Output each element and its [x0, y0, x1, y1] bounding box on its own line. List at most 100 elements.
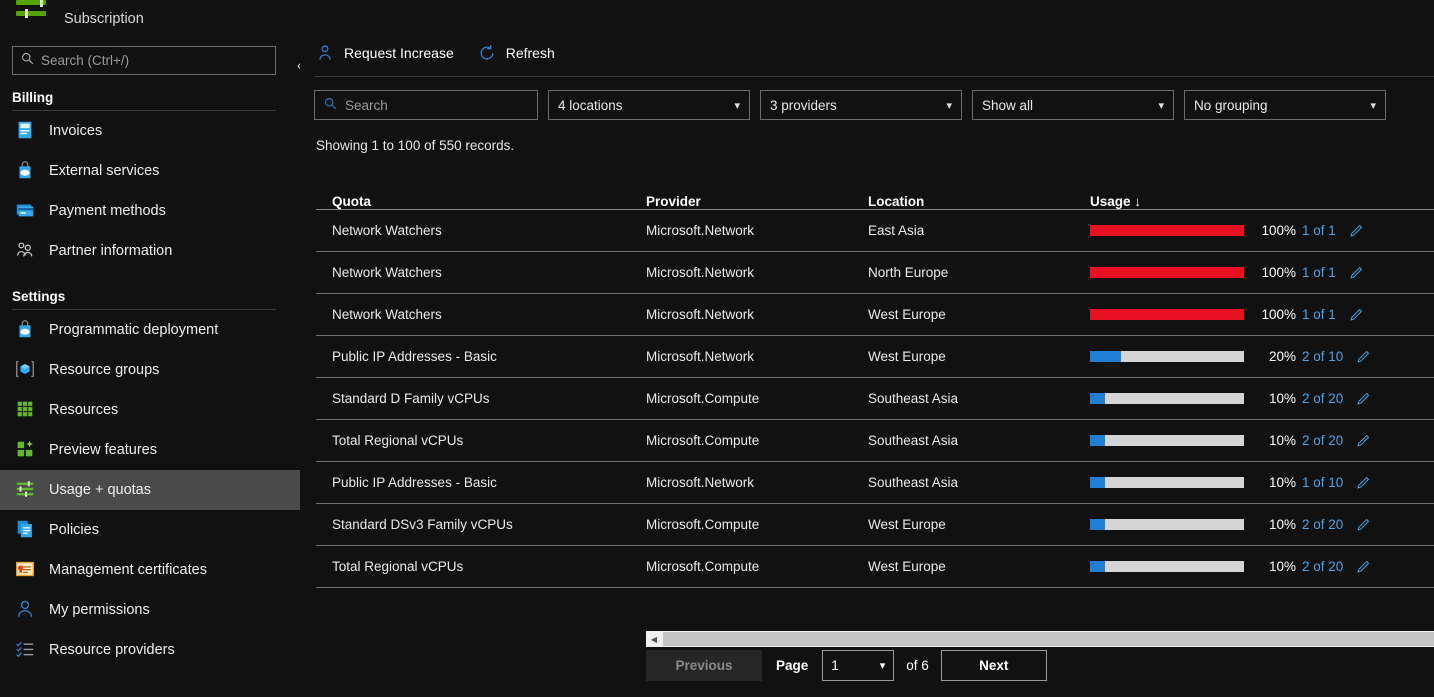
sidebar-item-external-services[interactable]: External services — [0, 151, 300, 191]
cell-quota: Public IP Addresses - Basic — [332, 475, 497, 490]
column-header-location[interactable]: Location — [868, 194, 1090, 209]
usage-bar-fill — [1090, 267, 1244, 278]
request-increase-button[interactable]: Request Increase — [314, 42, 454, 64]
usage-fraction[interactable]: 1 of 10 — [1302, 475, 1343, 490]
table-row[interactable]: Public IP Addresses - Basic Microsoft.Net… — [316, 462, 1434, 503]
sidebar-item-management-certificates[interactable]: Management certificates — [0, 550, 300, 590]
table-row[interactable]: Standard D Family vCPUs Microsoft.Compute… — [316, 378, 1434, 419]
providers-filter[interactable]: 3 providers ▾ — [760, 90, 962, 120]
table-row[interactable]: Network Watchers Microsoft.Network West Eu… — [316, 294, 1434, 335]
table-row[interactable]: Total Regional vCPUs Microsoft.Compute Wes… — [316, 546, 1434, 587]
sidebar-item-policies[interactable]: Policies — [0, 510, 300, 550]
table-horizontal-scrollbar[interactable]: ◀ ▶ — [646, 631, 1434, 647]
sidebar-group-billing-title: Billing — [12, 90, 54, 105]
chevron-down-icon: ▾ — [879, 660, 886, 672]
usage-percent: 10% — [1268, 517, 1296, 532]
usage-fraction[interactable]: 2 of 20 — [1302, 517, 1343, 532]
edit-quota-icon[interactable] — [1348, 307, 1364, 323]
edit-quota-icon[interactable] — [1348, 223, 1364, 239]
scrollbar-thumb[interactable] — [663, 632, 1434, 646]
sidebar-item-resource-groups[interactable]: Resource groups — [0, 350, 300, 390]
cell-provider: Microsoft.Network — [646, 223, 755, 238]
partner-information-icon — [14, 239, 38, 263]
edit-quota-icon[interactable] — [1355, 349, 1371, 365]
sidebar-item-resources[interactable]: Resources — [0, 390, 300, 430]
table-row[interactable]: Network Watchers Microsoft.Network East As… — [316, 210, 1434, 251]
sidebar-item-my-permissions[interactable]: My permissions — [0, 590, 300, 630]
sidebar-item-label: Invoices — [49, 123, 103, 139]
edit-quota-icon[interactable] — [1355, 391, 1371, 407]
usage-percent: 10% — [1268, 559, 1296, 574]
cell-provider: Microsoft.Compute — [646, 559, 760, 574]
usage-fraction[interactable]: 2 of 20 — [1302, 391, 1343, 406]
previous-page-button[interactable]: Previous — [646, 650, 762, 681]
show-filter[interactable]: Show all ▾ — [972, 90, 1174, 120]
usage-percent: 10% — [1268, 475, 1296, 490]
edit-quota-icon[interactable] — [1348, 265, 1364, 281]
chevron-down-icon: ▾ — [734, 99, 740, 112]
request-increase-label: Request Increase — [344, 45, 454, 61]
resource-providers-icon — [14, 638, 38, 662]
refresh-label: Refresh — [505, 45, 555, 61]
cell-usage: 100% 1 of 1 — [1090, 223, 1434, 239]
usage-fraction[interactable]: 2 of 20 — [1302, 433, 1343, 448]
table-row[interactable]: Public IP Addresses - Basic Microsoft.Net… — [316, 336, 1434, 377]
cell-usage: 10% 2 of 20 — [1090, 433, 1434, 449]
sidebar-item-label: Management certificates — [49, 562, 207, 578]
quota-search-input[interactable] — [345, 97, 528, 113]
sidebar-item-label: Programmatic deployment — [49, 322, 219, 338]
collapse-sidebar-icon[interactable]: « — [291, 56, 300, 74]
sidebar-search-box[interactable] — [12, 46, 276, 75]
sidebar-item-resource-providers[interactable]: Resource providers — [0, 630, 300, 670]
invoice-icon — [14, 119, 38, 143]
cell-provider: Microsoft.Network — [646, 475, 755, 490]
scroll-left-icon[interactable]: ◀ — [646, 631, 662, 647]
payment-methods-icon — [14, 199, 38, 223]
cell-location: Southeast Asia — [868, 475, 959, 490]
page-number-select[interactable]: 1 ▾ — [822, 650, 895, 681]
edit-quota-icon[interactable] — [1355, 559, 1371, 575]
table-row[interactable]: Total Regional vCPUs Microsoft.Compute Sou… — [316, 420, 1434, 461]
table-row[interactable]: Standard DSv3 Family vCPUs Microsoft.Comp… — [316, 504, 1434, 545]
usage-fraction[interactable]: 2 of 10 — [1302, 349, 1343, 364]
sidebar-item-label: Partner information — [49, 243, 173, 259]
cell-usage: 10% 2 of 20 — [1090, 559, 1434, 575]
cell-location: North Europe — [868, 265, 949, 280]
sidebar-item-payment-methods[interactable]: Payment methods — [0, 191, 300, 231]
edit-quota-icon[interactable] — [1355, 433, 1371, 449]
records-summary: Showing 1 to 100 of 550 records. — [316, 138, 515, 153]
cell-location: West Europe — [868, 307, 946, 322]
cell-provider: Microsoft.Network — [646, 265, 755, 280]
sidebar-item-programmatic-deployment[interactable]: Programmatic deployment — [0, 310, 300, 350]
usage-fraction[interactable]: 1 of 1 — [1302, 223, 1336, 238]
grouping-filter[interactable]: No grouping ▾ — [1184, 90, 1386, 120]
locations-filter[interactable]: 4 locations ▾ — [548, 90, 750, 120]
usage-fraction[interactable]: 2 of 20 — [1302, 559, 1343, 574]
usage-fraction[interactable]: 1 of 1 — [1302, 265, 1336, 280]
column-header-usage[interactable]: Usage ↓ — [1090, 194, 1434, 209]
cell-location: East Asia — [868, 223, 925, 238]
edit-quota-icon[interactable] — [1355, 517, 1371, 533]
sidebar-search-input[interactable] — [41, 53, 267, 68]
usage-bar-track — [1090, 477, 1244, 488]
sidebar-item-partner-information[interactable]: Partner information — [0, 231, 300, 271]
resources-icon — [14, 398, 38, 422]
usage-fraction[interactable]: 1 of 1 — [1302, 307, 1336, 322]
quota-search-box[interactable] — [314, 90, 538, 120]
sidebar-item-usage-quotas[interactable]: Usage + quotas — [0, 470, 300, 510]
cell-usage: 10% 1 of 10 — [1090, 475, 1434, 491]
sidebar: Subscription « Billing Invoices — [0, 0, 300, 697]
table-row[interactable]: Network Watchers Microsoft.Network North E… — [316, 252, 1434, 293]
chevron-down-icon: ▾ — [1370, 99, 1376, 112]
sidebar-item-label: Usage + quotas — [49, 482, 151, 498]
sidebar-nav: Billing Invoices External services Payme… — [0, 84, 300, 670]
edit-quota-icon[interactable] — [1355, 475, 1371, 491]
column-header-provider[interactable]: Provider — [646, 194, 868, 209]
sidebar-item-invoices[interactable]: Invoices — [0, 111, 300, 151]
refresh-button[interactable]: Refresh — [476, 42, 555, 64]
next-page-button[interactable]: Next — [940, 650, 1047, 681]
cell-provider: Microsoft.Compute — [646, 433, 760, 448]
total-pages-label: of 6 — [906, 658, 929, 673]
sidebar-item-preview-features[interactable]: Preview features — [0, 430, 300, 470]
column-header-quota[interactable]: Quota — [316, 194, 646, 209]
